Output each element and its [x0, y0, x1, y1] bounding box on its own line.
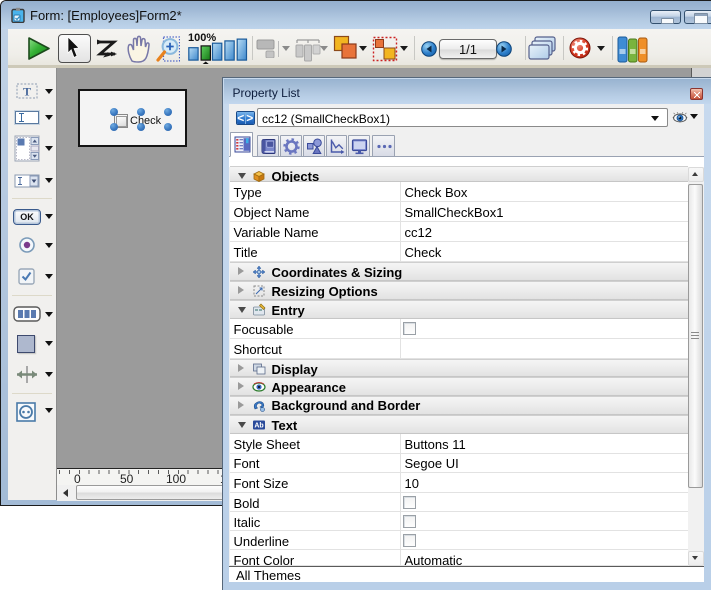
svg-text:T: T [23, 85, 31, 99]
svg-text:Ab: Ab [254, 423, 263, 430]
